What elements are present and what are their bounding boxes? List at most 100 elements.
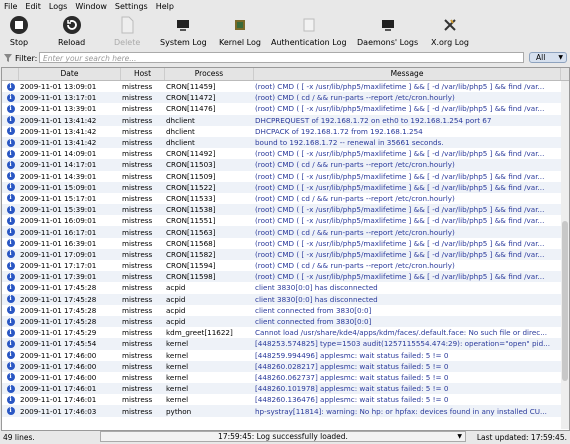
row-host: mistress bbox=[122, 283, 153, 293]
row-host: mistress bbox=[122, 328, 153, 338]
row-level-cell: i bbox=[2, 261, 19, 270]
table-row[interactable]: i 2009-11-01 16:39:01 mistress CRON[11568] (… bbox=[2, 238, 569, 249]
row-message: (root) CMD ( [ -x /usr/lib/php5/maxlifet… bbox=[255, 205, 545, 215]
table-row[interactable]: i 2009-11-01 14:09:01 mistress CRON[11492] (… bbox=[2, 148, 569, 159]
stop-button[interactable]: Stop bbox=[9, 15, 29, 47]
scrollbar-thumb[interactable] bbox=[562, 221, 568, 381]
xorg-log-button[interactable]: X.org Log bbox=[431, 15, 469, 47]
row-process: acpid bbox=[166, 305, 186, 315]
row-message: (root) CMD ( [ -x /usr/lib/php5/maxlifet… bbox=[255, 238, 545, 248]
row-date: 2009-11-01 15:17:01 bbox=[20, 193, 97, 203]
info-icon: i bbox=[6, 149, 15, 158]
system-log-button[interactable]: System Log bbox=[160, 15, 207, 47]
row-host: mistress bbox=[122, 93, 153, 103]
vertical-scrollbar[interactable] bbox=[561, 81, 569, 429]
table-row[interactable]: i 2009-11-01 17:46:00 mistress kernel [44826… bbox=[2, 360, 569, 372]
row-date: 2009-11-01 17:45:28 bbox=[20, 305, 97, 315]
table-row[interactable]: i 2009-11-01 16:17:01 mistress CRON[11563] (… bbox=[2, 226, 569, 238]
table-row[interactable]: i 2009-11-01 13:41:42 mistress dhclient DHCP… bbox=[2, 114, 569, 126]
search-input[interactable]: Enter your search here... bbox=[39, 52, 524, 63]
row-level-cell: i bbox=[2, 339, 19, 348]
table-row[interactable]: i 2009-11-01 17:45:28 mistress acpid client … bbox=[2, 305, 569, 316]
table-row[interactable]: i 2009-11-01 17:46:00 mistress kernel [44826… bbox=[2, 372, 569, 383]
column-header-message[interactable]: Message bbox=[254, 68, 561, 80]
table-row[interactable]: i 2009-11-01 17:46:01 mistress kernel [44826… bbox=[2, 394, 569, 405]
table-row[interactable]: i 2009-11-01 14:39:01 mistress CRON[11509] (… bbox=[2, 171, 569, 182]
row-message: (root) CMD ( [ -x /usr/lib/php5/maxlifet… bbox=[255, 216, 545, 226]
row-process: CRON[11476] bbox=[166, 104, 216, 114]
status-message[interactable]: 17:59:45: Log successfully loaded. ▼ bbox=[100, 431, 466, 442]
reload-button[interactable]: Reload bbox=[58, 15, 85, 47]
row-host: mistress bbox=[122, 82, 153, 92]
info-icon: i bbox=[6, 160, 15, 169]
row-date: 2009-11-01 14:39:01 bbox=[20, 171, 97, 181]
row-process: kernel bbox=[166, 372, 189, 382]
terminal-icon bbox=[381, 15, 395, 35]
row-date: 2009-11-01 13:09:01 bbox=[20, 82, 97, 92]
table-row[interactable]: i 2009-11-01 17:45:28 mistress acpid client … bbox=[2, 282, 569, 293]
menu-settings[interactable]: Settings bbox=[111, 2, 152, 11]
table-row[interactable]: i 2009-11-01 17:46:03 mistress python hp-sys… bbox=[2, 405, 569, 417]
table-row[interactable]: i 2009-11-01 17:46:00 mistress kernel [44825… bbox=[2, 350, 569, 361]
table-row[interactable]: i 2009-11-01 13:39:01 mistress CRON[11476] (… bbox=[2, 103, 569, 114]
table-row[interactable]: i 2009-11-01 13:41:42 mistress dhclient boun… bbox=[2, 136, 569, 149]
table-row[interactable]: i 2009-11-01 13:41:42 mistress dhclient DHCP… bbox=[2, 126, 569, 137]
row-process: kdm_greet[11622] bbox=[166, 328, 233, 338]
row-level-cell: i bbox=[2, 283, 19, 292]
row-date: 2009-11-01 17:46:01 bbox=[20, 384, 97, 394]
table-row[interactable]: i 2009-11-01 15:17:01 mistress CRON[11533] (… bbox=[2, 193, 569, 204]
column-header-icon[interactable] bbox=[2, 68, 19, 80]
column-header-date[interactable]: Date bbox=[19, 68, 121, 80]
table-row[interactable]: i 2009-11-01 17:45:28 mistress acpid client … bbox=[2, 315, 569, 328]
info-icon: i bbox=[6, 373, 15, 382]
menu-edit[interactable]: Edit bbox=[21, 2, 45, 11]
row-host: mistress bbox=[122, 350, 153, 360]
table-row[interactable]: i 2009-11-01 17:09:01 mistress CRON[11582] (… bbox=[2, 248, 569, 260]
row-date: 2009-11-01 17:46:00 bbox=[20, 350, 97, 360]
row-host: mistress bbox=[122, 171, 153, 181]
row-host: mistress bbox=[122, 149, 153, 159]
info-icon: i bbox=[6, 93, 15, 102]
menu-window[interactable]: Window bbox=[71, 2, 111, 11]
menu-logs[interactable]: Logs bbox=[45, 2, 71, 11]
status-message-text: 17:59:45: Log successfully loaded. bbox=[218, 432, 348, 441]
row-date: 2009-11-01 17:45:54 bbox=[20, 339, 97, 349]
row-host: mistress bbox=[122, 384, 153, 394]
table-row[interactable]: i 2009-11-01 15:09:01 mistress CRON[11522] (… bbox=[2, 181, 569, 193]
table-row[interactable]: i 2009-11-01 17:39:01 mistress CRON[11598] (… bbox=[2, 271, 569, 283]
table-row[interactable]: i 2009-11-01 13:09:01 mistress CRON[11459] (… bbox=[2, 81, 569, 92]
row-date: 2009-11-01 17:45:29 bbox=[20, 328, 97, 338]
filter-scope-select[interactable]: All ▼ bbox=[529, 52, 567, 63]
daemons-log-button[interactable]: Daemons' Logs bbox=[357, 15, 418, 47]
row-date: 2009-11-01 17:45:28 bbox=[20, 294, 97, 304]
kernel-log-button[interactable]: Kernel Log bbox=[219, 15, 261, 47]
daemons-log-label: Daemons' Logs bbox=[357, 38, 419, 47]
info-icon: i bbox=[6, 362, 15, 371]
table-row[interactable]: i 2009-11-01 13:17:01 mistress CRON[11472] (… bbox=[2, 92, 569, 104]
row-message: client 3830[0:0] has disconnected bbox=[255, 294, 378, 304]
menu-file[interactable]: File bbox=[0, 2, 21, 11]
row-message: [448260.101978] applesmc: wait status fa… bbox=[255, 384, 449, 394]
column-header-host[interactable]: Host bbox=[121, 68, 165, 80]
info-icon: i bbox=[6, 183, 15, 192]
row-message: [448259.994496] applesmc: wait status fa… bbox=[255, 350, 449, 360]
table-row[interactable]: i 2009-11-01 17:45:28 mistress acpid client … bbox=[2, 293, 569, 305]
row-message: [448260.062737] applesmc: wait status fa… bbox=[255, 372, 449, 382]
table-row[interactable]: i 2009-11-01 16:09:01 mistress CRON[11551] (… bbox=[2, 215, 569, 226]
table-row[interactable]: i 2009-11-01 17:17:01 mistress CRON[11594] (… bbox=[2, 260, 569, 271]
table-row[interactable]: i 2009-11-01 15:39:01 mistress CRON[11538] (… bbox=[2, 204, 569, 216]
reload-label: Reload bbox=[58, 38, 86, 47]
delete-button[interactable]: Delete bbox=[114, 15, 140, 47]
table-row[interactable]: i 2009-11-01 17:45:29 mistress kdm_greet[11… bbox=[2, 327, 569, 338]
table-row[interactable]: i 2009-11-01 14:17:01 mistress CRON[11503] (… bbox=[2, 159, 569, 171]
kernel-log-label: Kernel Log bbox=[219, 38, 261, 47]
table-row[interactable]: i 2009-11-01 17:45:54 mistress kernel [44825… bbox=[2, 338, 569, 350]
row-host: mistress bbox=[122, 339, 153, 349]
column-header-process[interactable]: Process bbox=[165, 68, 254, 80]
menu-help[interactable]: Help bbox=[152, 2, 178, 11]
row-level-cell: i bbox=[2, 306, 19, 315]
system-log-label: System Log bbox=[160, 38, 207, 47]
auth-log-button[interactable]: Authentication Log bbox=[271, 15, 347, 47]
table-row[interactable]: i 2009-11-01 17:46:01 mistress kernel [44826… bbox=[2, 383, 569, 395]
menu-bar: File Edit Logs Window Settings Help bbox=[0, 0, 570, 12]
